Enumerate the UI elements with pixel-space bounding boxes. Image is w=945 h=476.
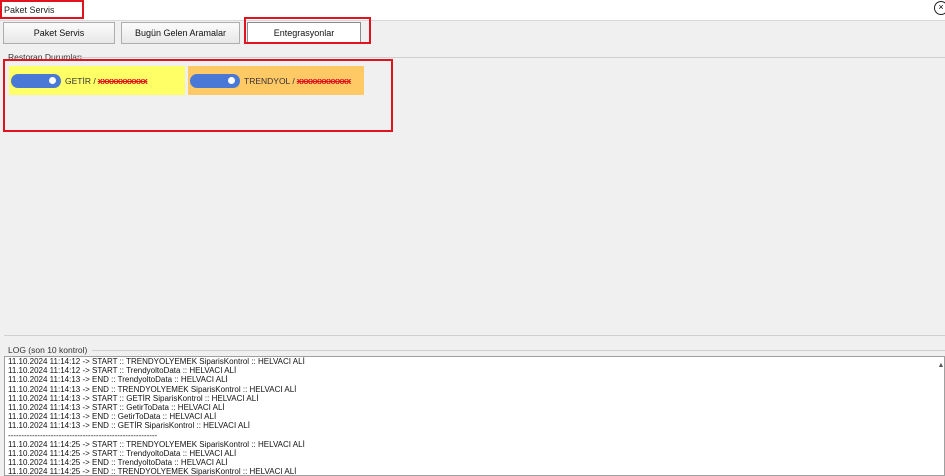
log-separator: ----------------------------------------… <box>8 430 158 440</box>
scroll-up-icon[interactable]: ▲ <box>937 362 945 372</box>
log-line: 11.10.2024 11:14:25 -> END :: TRENDYOLYE… <box>8 467 297 476</box>
toggle-getir[interactable] <box>11 73 61 88</box>
log-line: 11.10.2024 11:14:13 -> END :: Trendyolto… <box>8 375 228 385</box>
redacted-text: xxxxxxxxxxxx <box>296 75 352 86</box>
restaurant-card-trendyol: TRENDYOL / xxxxxxxxxxxx <box>188 66 364 95</box>
restaurant-name-trendyol: TRENDYOL / <box>244 75 295 86</box>
restaurant-card-getir: GETİR / xxxxxxxxxxx <box>9 66 185 95</box>
tab-bugun-gelen-aramalar[interactable]: Bugün Gelen Aramalar <box>121 22 240 44</box>
close-icon[interactable]: × <box>934 1 945 15</box>
toggle-knob-icon <box>49 77 56 84</box>
log-line: 11.10.2024 11:14:25 -> START :: Trendyol… <box>8 449 237 459</box>
log-textbox[interactable]: 11.10.2024 11:14:12 -> START :: TRENDYOL… <box>4 356 945 476</box>
log-line: 11.10.2024 11:14:13 -> END :: GETİR Sipa… <box>8 421 250 431</box>
toggle-knob-icon <box>228 77 235 84</box>
log-line: 11.10.2024 11:14:13 -> END :: GetirToDat… <box>8 412 217 422</box>
log-divider <box>92 350 945 351</box>
group-divider <box>76 57 945 58</box>
log-line: 11.10.2024 11:14:12 -> START :: Trendyol… <box>8 366 237 376</box>
group-bottom-divider <box>4 335 945 336</box>
log-line: 11.10.2024 11:14:12 -> START :: TRENDYOL… <box>8 357 305 366</box>
title-bar: Paket Servis × <box>0 0 945 21</box>
redacted-text: xxxxxxxxxxx <box>97 75 148 86</box>
tab-paket-servis[interactable]: Paket Servis <box>3 22 115 44</box>
log-label: LOG (son 10 kontrol) <box>8 345 88 355</box>
log-line: 11.10.2024 11:14:13 -> START :: GETİR Si… <box>8 393 259 403</box>
window-title: Paket Servis <box>4 5 55 15</box>
tab-entegrasyonlar[interactable]: Entegrasyonlar <box>247 22 361 44</box>
log-line: 11.10.2024 11:14:25 -> START :: TRENDYOL… <box>8 439 305 449</box>
log-line: 11.10.2024 11:14:25 -> END :: Trendyolto… <box>8 458 228 468</box>
restaurant-name-getir: GETİR / <box>65 75 96 86</box>
log-line: 11.10.2024 11:14:13 -> END :: TRENDYOLYE… <box>8 384 297 394</box>
toggle-trendyol[interactable] <box>190 73 240 88</box>
log-line: 11.10.2024 11:14:13 -> START :: GetirToD… <box>8 403 225 413</box>
restaurant-status-label: Restoran Durumları <box>8 52 83 62</box>
